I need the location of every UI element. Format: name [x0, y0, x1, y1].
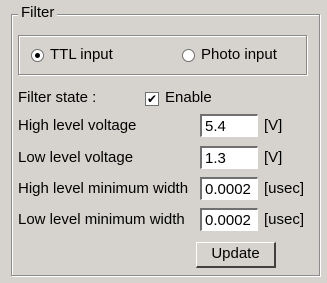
high-level-min-width-input[interactable]: 0.0002 [200, 177, 258, 200]
ttl-input-label[interactable]: TTL input [50, 46, 113, 63]
high-level-voltage-label: High level voltage [18, 117, 137, 134]
low-level-min-width-label: Low level minimum width [18, 211, 185, 228]
photo-input-label[interactable]: Photo input [201, 46, 277, 63]
filter-group-title: Filter [18, 4, 58, 21]
high-level-voltage-input[interactable]: 5.4 [200, 114, 258, 137]
ttl-input-radio[interactable] [31, 49, 44, 62]
update-button[interactable]: Update [196, 242, 276, 268]
low-level-voltage-label: Low level voltage [18, 149, 134, 166]
filter-state-label: Filter state : [18, 89, 97, 106]
high-level-min-width-unit: [usec] [264, 180, 305, 197]
low-level-min-width-input[interactable]: 0.0002 [200, 208, 258, 231]
high-level-min-width-label: High level minimum width [18, 180, 189, 197]
radio-selected-dot [35, 53, 40, 58]
photo-input-radio[interactable] [182, 49, 195, 62]
low-level-min-width-unit: [usec] [264, 211, 305, 228]
enable-checkbox-label[interactable]: Enable [165, 89, 212, 106]
high-level-voltage-unit: [V] [264, 117, 283, 134]
low-level-voltage-unit: [V] [264, 149, 283, 166]
low-level-voltage-input[interactable]: 1.3 [200, 146, 258, 169]
check-mark-icon: ✔ [146, 92, 158, 106]
enable-checkbox[interactable]: ✔ [145, 92, 159, 106]
